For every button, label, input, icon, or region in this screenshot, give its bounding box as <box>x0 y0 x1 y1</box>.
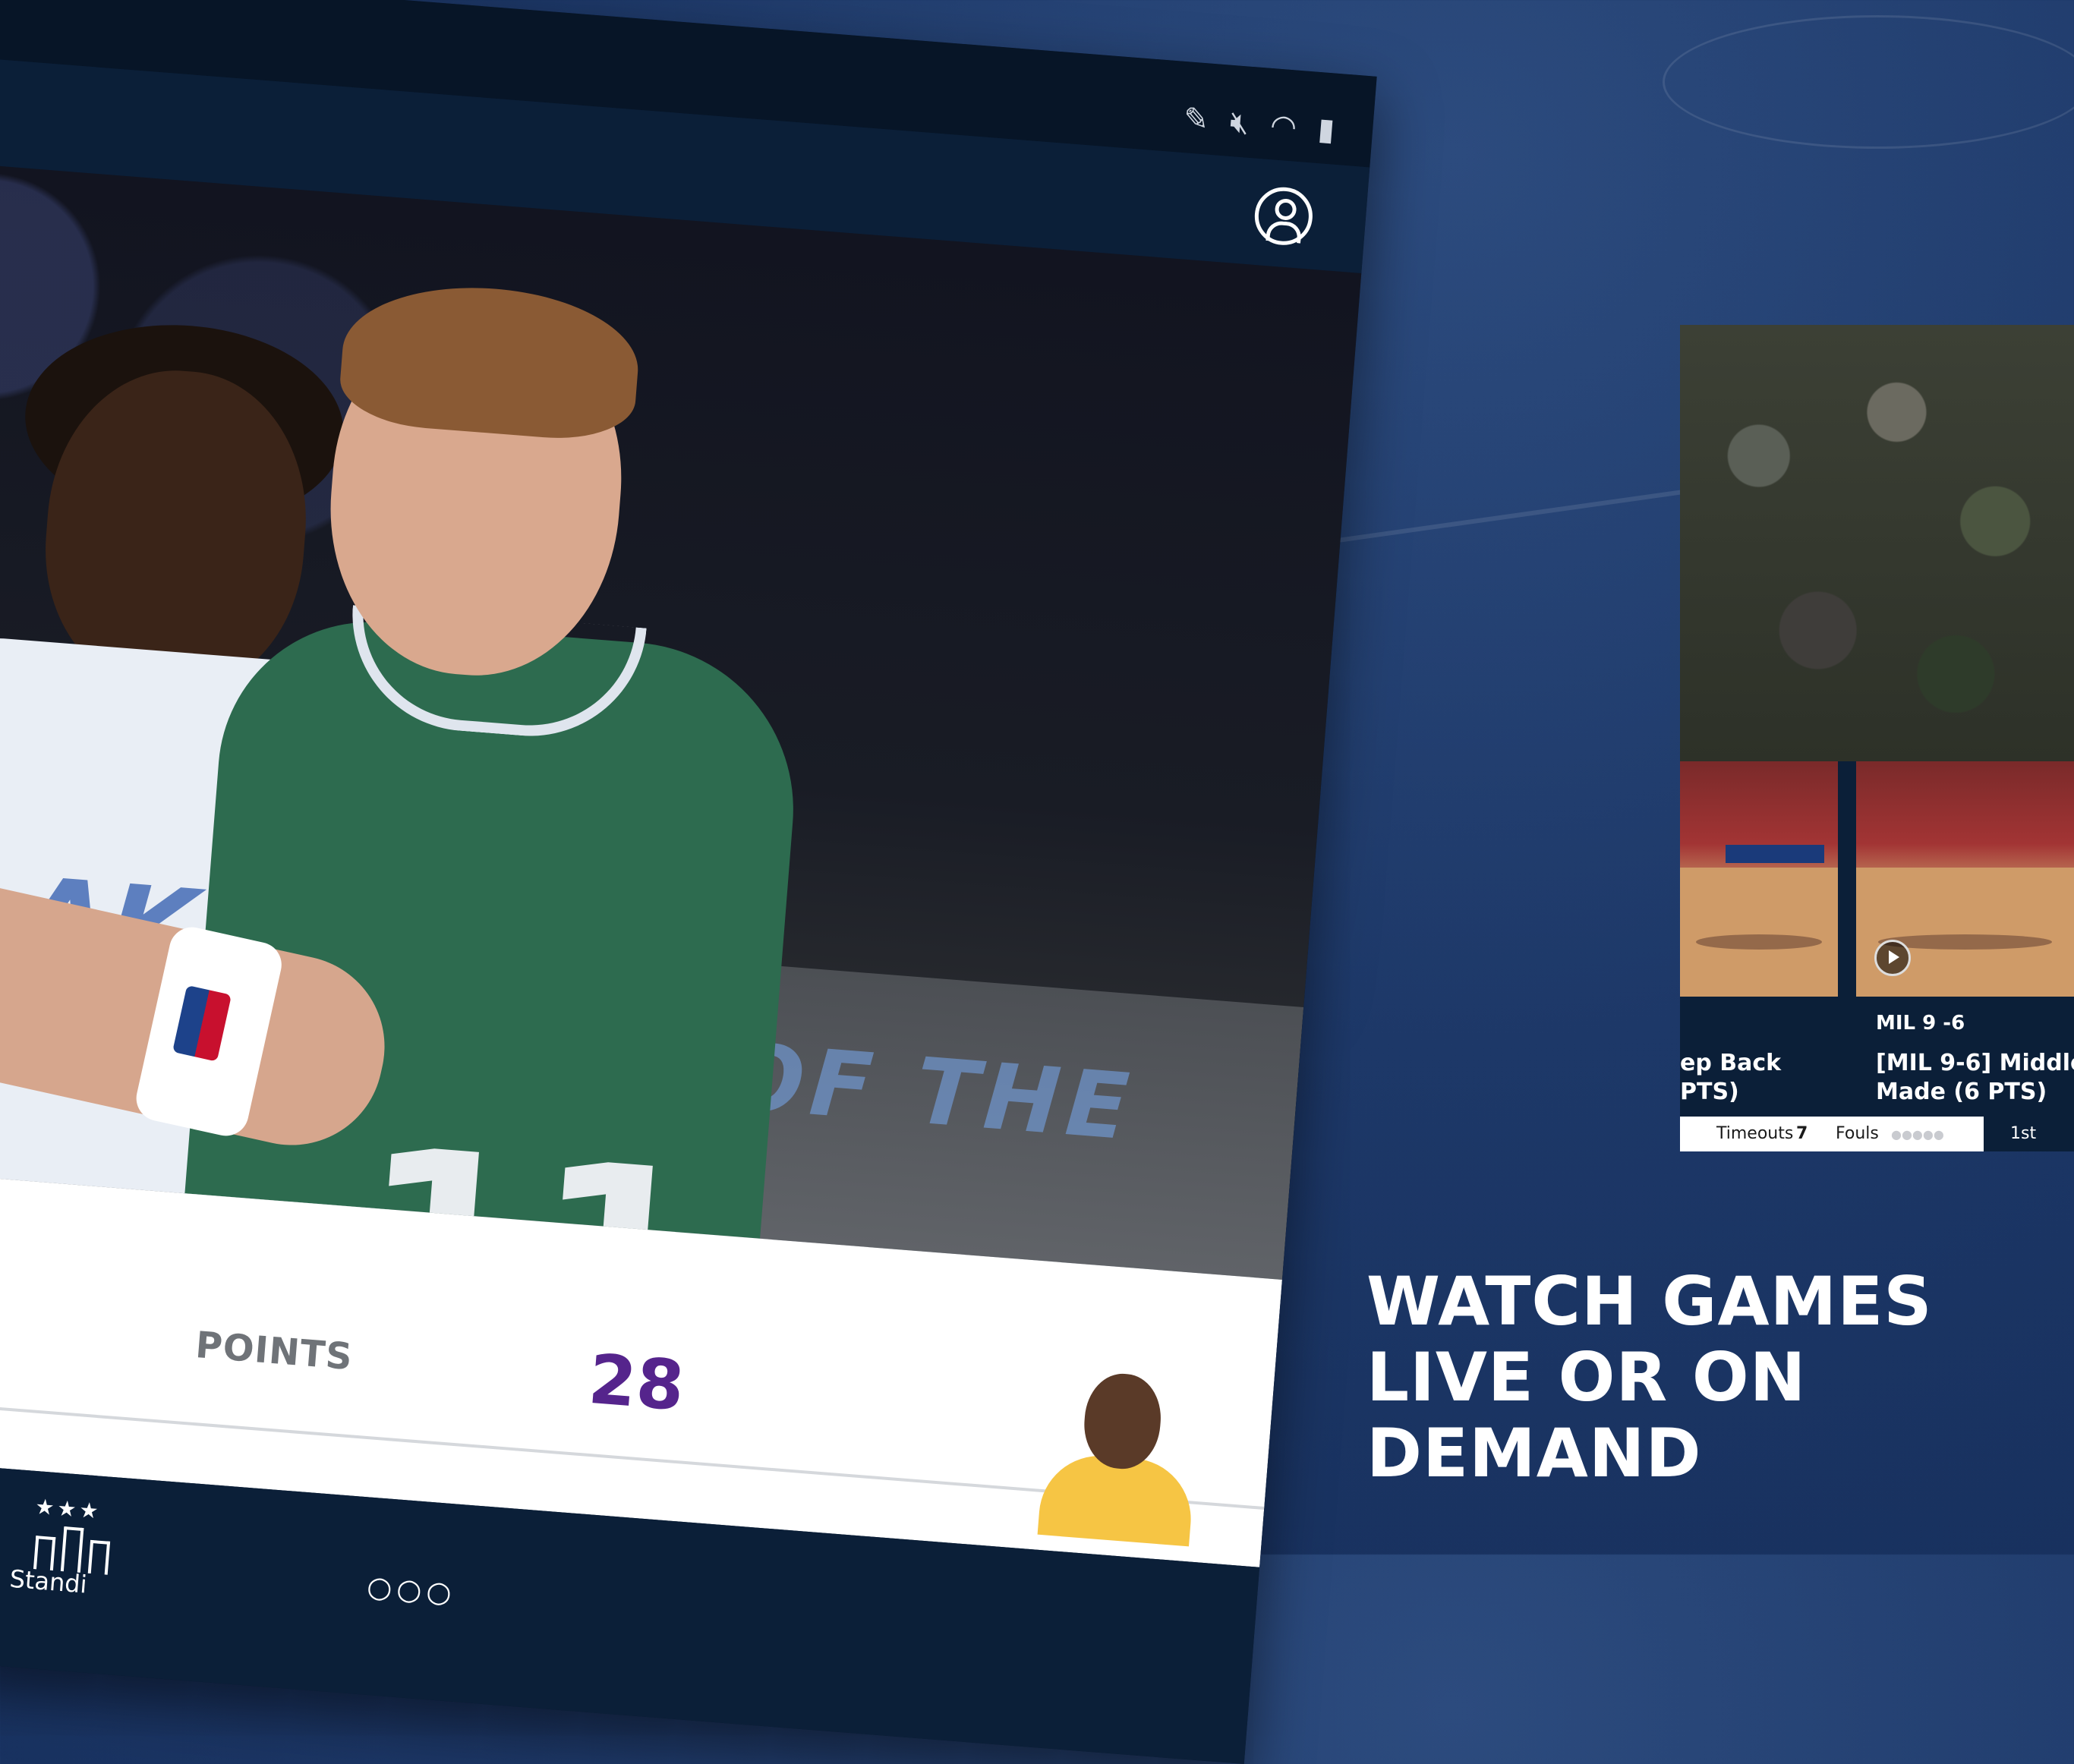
play-right-line1: [MIL 9-6] Middleto <box>1876 1050 2074 1076</box>
profile-icon[interactable] <box>1253 184 1315 247</box>
fouls-label: Fouls <box>1836 1124 1879 1143</box>
video-card[interactable]: MIL 9 -6 ep Back PTS) [MIL 9-6] Middleto… <box>1680 325 2074 1151</box>
mute-icon: 🔇︎ <box>1228 104 1251 141</box>
thumb-court <box>1680 867 1838 997</box>
tablet-device: ✎ 🔇︎ ◠ ▮ OF THE LAKE 11 7 POINTS 28 <box>0 0 1377 1764</box>
live-video-player[interactable] <box>1680 325 2074 761</box>
hero-photo[interactable]: OF THE LAKE 11 <box>0 151 1362 1280</box>
nav-item-standings[interactable]: Standi <box>8 1564 88 1599</box>
game-info-bar: Timeouts 7 Fouls ●●●●● <box>1680 1117 1984 1151</box>
quarter-label: 1st <box>2010 1124 2037 1143</box>
headline-line1: WATCH GAMES <box>1366 1262 1933 1340</box>
stat-right-value: 28 <box>585 1339 687 1427</box>
battery-icon: ▮ <box>1316 112 1336 148</box>
pencil-icon: ✎ <box>1182 101 1211 138</box>
more-icon[interactable]: ○○○ <box>366 1570 458 1610</box>
stars-icon: ★★★ <box>34 1494 102 1524</box>
play-left-line1: ep Back <box>1680 1050 1782 1076</box>
play-score: MIL 9 -6 <box>1876 1012 1965 1035</box>
play-icon[interactable] <box>1874 940 1911 976</box>
fouls-dots: ●●●●● <box>1891 1127 1944 1142</box>
timeouts-label: Timeouts <box>1716 1124 1794 1143</box>
status-icons: ✎ 🔇︎ ◠ ▮ <box>1182 101 1336 148</box>
play-right-line2: Made (6 PTS) <box>1876 1079 2047 1105</box>
stat-label: POINTS <box>194 1324 355 1379</box>
player-headshot[interactable] <box>1035 1360 1206 1547</box>
headline: WATCH GAMES LIVE OR ON DEMAND <box>1366 1264 2050 1492</box>
thumb-logo <box>1695 934 1823 950</box>
timeouts-value: 7 <box>1796 1124 1808 1143</box>
court-arc <box>1663 15 2074 149</box>
thumb-court <box>1856 867 2074 997</box>
headline-line3: DEMAND <box>1366 1414 1702 1492</box>
headline-line2: LIVE OR ON <box>1366 1338 1807 1416</box>
wifi-icon: ◠ <box>1269 108 1298 145</box>
play-left-line2: PTS) <box>1680 1079 1739 1105</box>
highlight-thumbnail[interactable] <box>1680 761 1838 997</box>
thumb-badge <box>1726 845 1824 863</box>
standings-icon[interactable]: ★★★ <box>26 1494 115 1576</box>
